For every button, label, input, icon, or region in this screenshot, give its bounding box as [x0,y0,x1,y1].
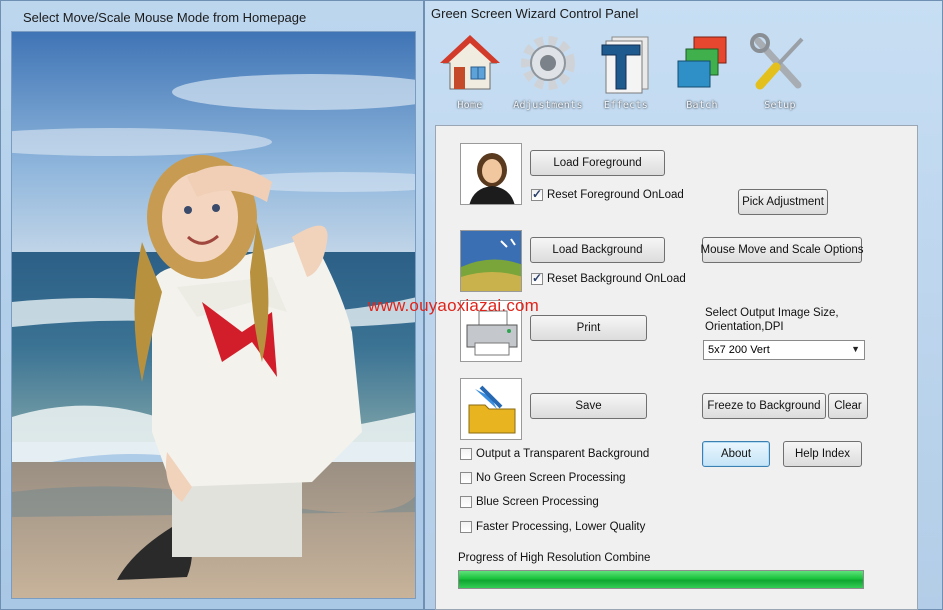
no-green-screen-label: No Green Screen Processing [476,472,626,484]
progress-label: Progress of High Resolution Combine [458,552,651,564]
about-button[interactable]: About [702,441,770,467]
save-thumbnail [460,378,522,440]
progress-bar-fill [459,571,863,588]
mouse-move-scale-button[interactable]: Mouse Move and Scale Options [701,237,864,263]
output-size-value: 5x7 200 Vert [708,344,770,356]
chevron-down-icon: ▼ [851,344,860,354]
help-index-button[interactable]: Help Index [783,441,862,467]
app-root: Select Move/Scale Mouse Mode from Homepa… [0,0,943,610]
watermark-text: www.ouyaoxiazai.com [368,296,540,315]
reset-background-label: Reset Background OnLoad [547,273,686,285]
faster-processing-label: Faster Processing, Lower Quality [476,521,646,533]
transparent-background-label: Output a Transparent Background [476,448,650,460]
toolbar-home[interactable]: Home [435,27,505,121]
load-foreground-button[interactable]: Load Foreground [530,150,665,176]
background-thumbnail [460,230,522,292]
blue-screen-checkbox[interactable]: Blue Screen Processing [460,496,599,508]
foreground-thumbnail [460,143,522,205]
print-button[interactable]: Print [530,315,647,341]
faster-processing-box[interactable] [460,521,472,533]
composite-preview-image[interactable] [11,31,416,599]
preview-window: Select Move/Scale Mouse Mode from Homepa… [0,0,424,610]
toolbar-setup-label: Setup [764,100,796,111]
save-button[interactable]: Save [530,393,647,419]
toolbar-home-label: Home [457,100,483,111]
landscape-icon [461,231,521,291]
transparent-background-box[interactable] [460,448,472,460]
output-size-label: Select Output Image Size, Orientation,DP… [705,307,839,333]
load-background-button[interactable]: Load Background [530,237,665,263]
reset-foreground-label: Reset Foreground OnLoad [547,189,684,201]
reset-foreground-box[interactable] [531,187,543,201]
clear-button[interactable]: Clear [828,393,868,419]
wrench-screwdriver-icon [750,33,804,90]
toolbar-setup[interactable]: Setup [745,27,815,121]
stacked-frames-icon [677,36,727,88]
toolbar-effects[interactable]: Effects [591,27,661,121]
reset-foreground-checkbox[interactable]: Reset Foreground OnLoad [531,187,684,201]
control-panel-title: Green Screen Wizard Control Panel [431,6,639,21]
pick-adjustment-button[interactable]: Pick Adjustment [738,189,828,215]
reset-background-box[interactable] [531,271,543,285]
reset-background-checkbox[interactable]: Reset Background OnLoad [531,271,686,285]
folder-arrow-icon [468,385,516,434]
house-icon [440,35,500,90]
toolbar-batch[interactable]: Batch [667,27,737,121]
effects-t-icon [601,36,649,94]
toolbar-batch-label: Batch [686,100,718,111]
faster-processing-checkbox[interactable]: Faster Processing, Lower Quality [460,521,645,533]
output-size-select[interactable]: 5x7 200 Vert ▼ [703,340,865,360]
toolbar-adjustments-label: Adjustments [513,100,583,111]
transparent-background-checkbox[interactable]: Output a Transparent Background [460,448,649,460]
no-green-screen-box[interactable] [460,472,472,484]
main-toolbar: Home Adjustments Effects Batch Setup [435,27,935,121]
toolbar-adjustments[interactable]: Adjustments [513,27,583,121]
preview-window-title: Select Move/Scale Mouse Mode from Homepa… [23,10,307,25]
blue-screen-label: Blue Screen Processing [476,496,599,508]
woman-silhouette-icon [469,153,515,204]
freeze-to-background-button[interactable]: Freeze to Background [702,393,826,419]
beach-scene-image [12,32,415,598]
no-green-screen-checkbox[interactable]: No Green Screen Processing [460,472,626,484]
progress-bar [458,570,864,589]
blue-screen-box[interactable] [460,496,472,508]
toolbar-effects-label: Effects [603,100,649,111]
gear-icon [521,36,575,90]
